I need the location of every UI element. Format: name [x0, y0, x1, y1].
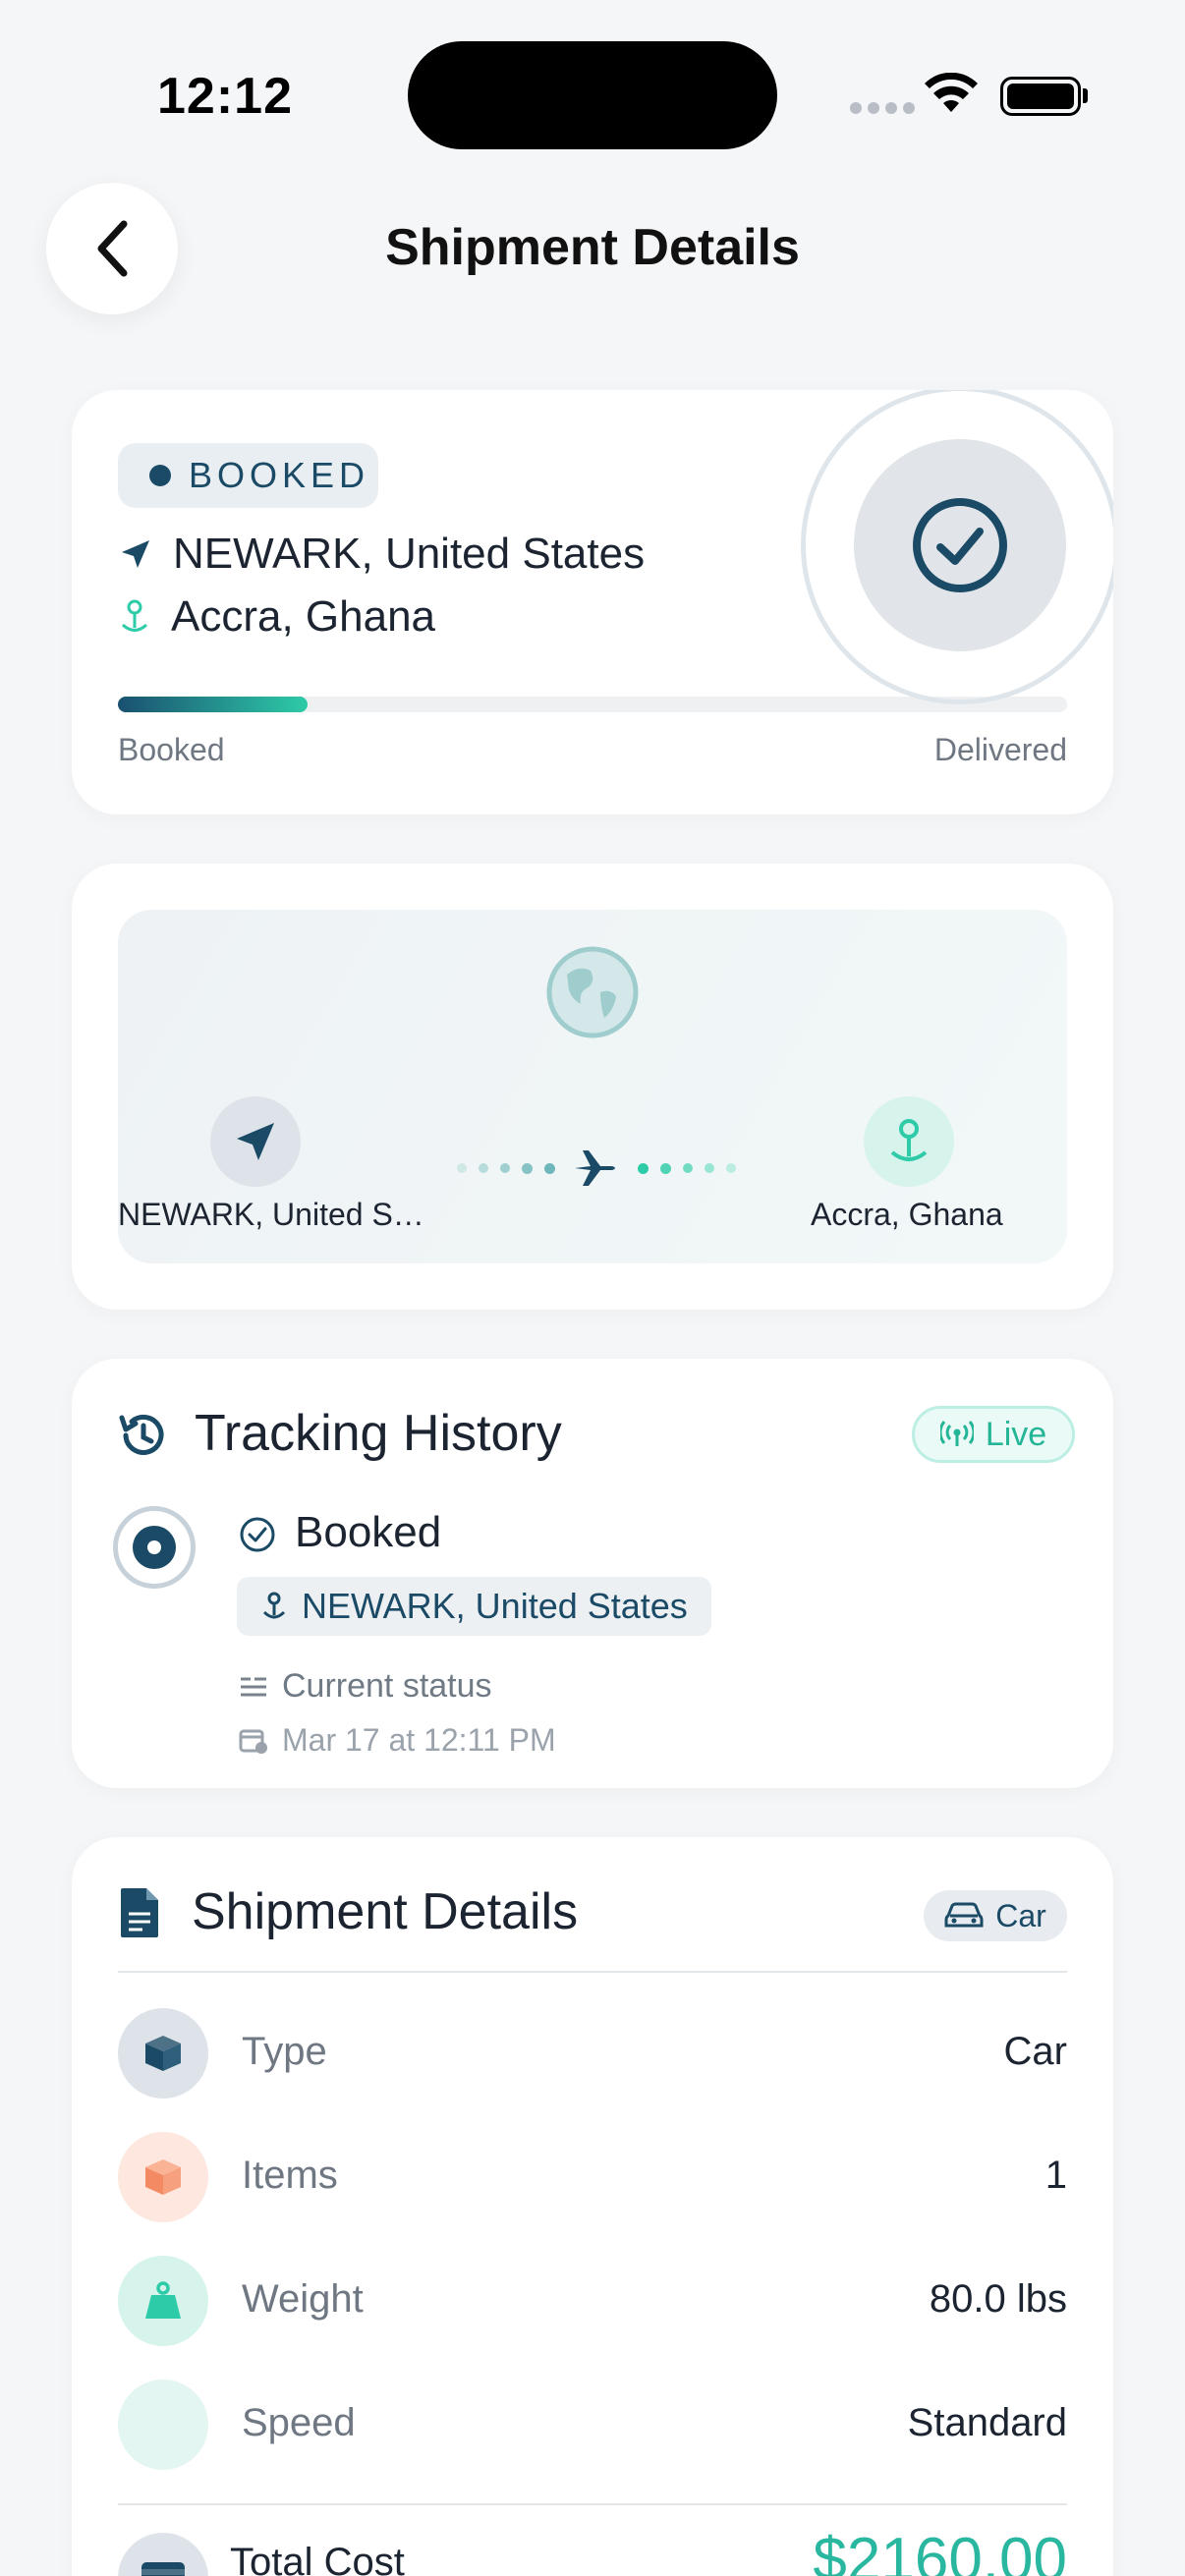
document-icon	[121, 1888, 158, 1937]
box-icon	[145, 2036, 181, 2071]
weight-label: Weight	[242, 2277, 364, 2321]
details-divider-top	[118, 1971, 1067, 1973]
route-map[interactable]: NEWARK, United S… Accra, Ghana	[118, 910, 1067, 1263]
origin-marker	[210, 1096, 301, 1187]
vehicle-chip-label: Car	[995, 1897, 1046, 1933]
tracking-history-title: Tracking History	[195, 1405, 562, 1462]
package-icon	[145, 2159, 181, 2195]
location-pin-icon	[121, 599, 148, 632]
send-icon	[122, 540, 149, 568]
weight-value: 80.0 lbs	[929, 2277, 1067, 2321]
shipment-summary-card: BOOKED NEWARK, United States Accra, Ghan…	[72, 390, 1113, 814]
total-cost-value: $2160.00	[813, 2526, 1067, 2576]
map-destination-label: Accra, Ghana	[811, 1197, 1003, 1232]
weight-icon-circle	[118, 2256, 208, 2346]
items-label: Items	[242, 2154, 338, 2197]
globe-icon	[546, 946, 639, 1038]
type-icon-circle	[118, 2008, 208, 2099]
route-path	[457, 1147, 736, 1190]
event-location: NEWARK, United States	[302, 1586, 688, 1626]
event-note-row: Current status	[239, 1667, 492, 1706]
destination-marker	[864, 1096, 954, 1187]
battery-cap	[1083, 88, 1088, 103]
origin-line: NEWARK, United States	[118, 530, 645, 579]
event-time-row: Mar 17 at 12:11 PM	[239, 1722, 556, 1759]
route-map-card: NEWARK, United S… Accra, Ghana	[72, 864, 1113, 1310]
broadcast-icon	[939, 1421, 974, 1446]
check-circle-icon	[240, 1517, 275, 1552]
event-note: Current status	[282, 1667, 492, 1705]
history-icon	[119, 1414, 164, 1455]
type-label: Type	[242, 2030, 327, 2073]
weight-icon	[145, 2281, 181, 2319]
event-timestamp: Mar 17 at 12:11 PM	[282, 1722, 556, 1758]
page-title: Shipment Details	[385, 219, 800, 276]
send-icon	[237, 1123, 274, 1160]
location-pin-icon	[262, 1592, 286, 1619]
status-badge-label: BOOKED	[189, 455, 370, 495]
details-title: Shipment Details	[192, 1883, 579, 1940]
signal-icon	[850, 102, 915, 114]
status-time: 12:12	[157, 68, 293, 125]
destination-line: Accra, Ghana	[118, 592, 435, 642]
origin-text: NEWARK, United States	[173, 530, 646, 578]
total-cost-label: Total Cost	[230, 2541, 405, 2576]
tracking-history-card: Tracking History Live Booked NEWARK, Uni…	[72, 1359, 1113, 1788]
location-pin-icon	[890, 1119, 928, 1161]
wifi-icon	[925, 73, 978, 112]
timeline-node-current	[113, 1506, 196, 1589]
destination-text: Accra, Ghana	[171, 592, 436, 641]
vehicle-chip: Car	[924, 1890, 1067, 1941]
details-divider-bottom	[118, 2503, 1067, 2505]
check-circle-icon	[913, 498, 1007, 592]
status-check-ring	[801, 390, 1113, 704]
credit-card-icon	[141, 2562, 185, 2576]
speed-value: Standard	[907, 2401, 1067, 2444]
map-origin-label: NEWARK, United S…	[118, 1197, 424, 1232]
car-icon	[944, 1902, 984, 1928]
items-icon-circle	[118, 2132, 208, 2222]
calendar-clock-icon	[239, 1729, 267, 1754]
items-value: 1	[1044, 2154, 1067, 2197]
status-badge: BOOKED	[118, 443, 378, 508]
progress-end-label: Delivered	[933, 732, 1067, 767]
text-icon	[241, 1677, 266, 1696]
dynamic-island	[408, 41, 777, 149]
progress-fill	[118, 697, 309, 712]
battery-icon	[1000, 77, 1081, 116]
progress-start-label: Booked	[118, 732, 225, 767]
shipment-details-card: Shipment Details Car Type Car Items 1 We…	[72, 1837, 1113, 2576]
live-label: Live	[985, 1415, 1047, 1453]
type-value: Car	[1003, 2030, 1067, 2073]
total-icon-circle	[118, 2533, 208, 2576]
status-dot	[149, 465, 171, 486]
airplane-icon	[575, 1150, 615, 1186]
speed-icon-circle	[118, 2380, 208, 2470]
speed-label: Speed	[242, 2401, 356, 2444]
live-badge[interactable]: Live	[912, 1406, 1075, 1463]
event-status: Booked	[295, 1508, 442, 1556]
event-location-chip: NEWARK, United States	[237, 1577, 711, 1636]
